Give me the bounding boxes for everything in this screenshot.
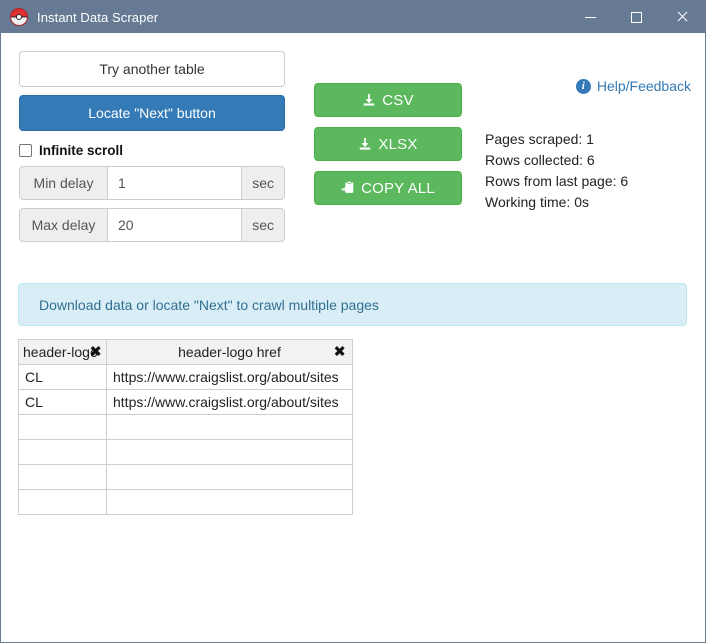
infinite-scroll-row[interactable]: Infinite scroll	[19, 143, 285, 158]
max-delay-label: Max delay	[19, 208, 107, 242]
close-icon	[676, 11, 688, 23]
download-icon	[358, 137, 372, 151]
table-cell	[106, 439, 353, 465]
table-cell	[18, 464, 107, 490]
try-another-table-button[interactable]: Try another table	[19, 51, 285, 87]
table-row	[18, 414, 353, 440]
locate-next-button[interactable]: Locate "Next" button	[19, 95, 285, 131]
table-row	[18, 464, 353, 490]
min-delay-input[interactable]	[107, 166, 243, 200]
table-cell	[106, 414, 353, 440]
max-delay-group: Max delay sec	[19, 208, 285, 242]
info-banner: Download data or locate "Next" to crawl …	[18, 283, 687, 326]
minimize-icon	[584, 16, 596, 18]
download-csv-label: CSV	[382, 91, 414, 109]
scraped-data-table-wrapper: header-logo ✖ header-logo href ✖ CL http…	[18, 339, 353, 515]
table-cell	[18, 414, 107, 440]
min-delay-group: Min delay sec	[19, 166, 285, 200]
app-window: Instant Data Scraper Try another table L…	[0, 0, 706, 643]
min-delay-unit: sec	[242, 166, 285, 200]
minimize-button[interactable]	[567, 1, 613, 33]
table-body: CL https://www.craigslist.org/about/site…	[18, 364, 353, 515]
delete-column-1-icon[interactable]: ✖	[333, 344, 346, 360]
stat-pages-scraped: Pages scraped: 1	[485, 131, 594, 147]
download-csv-button[interactable]: CSV	[314, 83, 462, 117]
maximize-icon	[630, 11, 642, 23]
max-delay-input[interactable]	[107, 208, 243, 242]
controls-column: Try another table Locate "Next" button I…	[19, 51, 285, 250]
clipboard-paste-icon	[341, 181, 355, 195]
table-row	[18, 489, 353, 515]
window-controls	[567, 1, 705, 33]
app-logo-icon	[10, 8, 28, 26]
download-xlsx-label: XLSX	[378, 135, 418, 153]
table-cell	[18, 439, 107, 465]
table-header-row: header-logo ✖ header-logo href ✖	[18, 339, 353, 365]
table-row: CL https://www.craigslist.org/about/site…	[18, 389, 353, 415]
column-header-1-label: header-logo href	[178, 344, 281, 360]
table-cell	[18, 489, 107, 515]
stat-rows-collected: Rows collected: 6	[485, 152, 595, 168]
copy-all-label: COPY ALL	[361, 179, 435, 197]
infinite-scroll-checkbox[interactable]	[19, 144, 32, 157]
stat-working-time: Working time: 0s	[485, 194, 589, 210]
table-cell	[106, 489, 353, 515]
scraped-data-table: header-logo ✖ header-logo href ✖ CL http…	[18, 339, 353, 515]
table-row: CL https://www.craigslist.org/about/site…	[18, 364, 353, 390]
help-feedback-label: Help/Feedback	[596, 78, 691, 94]
table-head: header-logo ✖ header-logo href ✖	[18, 339, 353, 365]
max-delay-unit: sec	[242, 208, 285, 242]
info-banner-message: Download data or locate "Next" to crawl …	[39, 296, 379, 313]
help-feedback-link[interactable]: i Help/Feedback	[575, 78, 691, 94]
export-buttons-column: CSV XLSX COPY ALL	[314, 83, 462, 215]
infinite-scroll-label: Infinite scroll	[39, 143, 124, 158]
table-row	[18, 439, 353, 465]
stat-rows-last-page: Rows from last page: 6	[485, 173, 629, 189]
window-title: Instant Data Scraper	[37, 9, 159, 25]
info-circle-icon: i	[575, 78, 591, 94]
close-button[interactable]	[659, 1, 705, 33]
scrape-stats: Pages scraped: 1 Rows collected: 6 Rows …	[485, 129, 628, 213]
delete-column-0-icon[interactable]: ✖	[89, 344, 102, 360]
column-header-0: header-logo ✖	[18, 339, 107, 365]
download-xlsx-button[interactable]: XLSX	[314, 127, 462, 161]
title-bar: Instant Data Scraper	[1, 1, 705, 33]
maximize-button[interactable]	[613, 1, 659, 33]
table-cell: https://www.craigslist.org/about/sites	[106, 389, 353, 415]
table-cell: CL	[18, 389, 107, 415]
table-cell: https://www.craigslist.org/about/sites	[106, 364, 353, 390]
column-header-1: header-logo href ✖	[106, 339, 353, 365]
min-delay-label: Min delay	[19, 166, 107, 200]
table-cell	[106, 464, 353, 490]
download-icon	[362, 93, 376, 107]
copy-all-button[interactable]: COPY ALL	[314, 171, 462, 205]
table-cell: CL	[18, 364, 107, 390]
